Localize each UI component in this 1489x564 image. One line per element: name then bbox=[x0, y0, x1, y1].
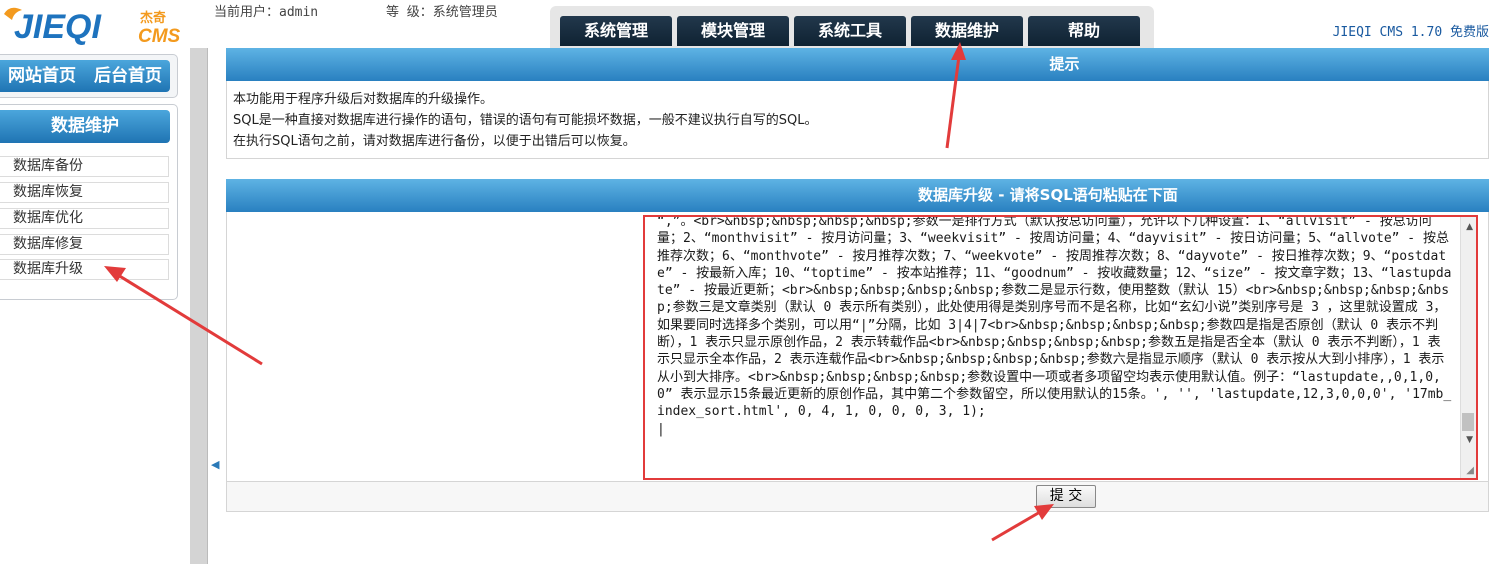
hint-title-bar: 提示 bbox=[226, 48, 1489, 81]
hint-line: 在执行SQL语句之前，请对数据库进行备份，以便于出错后可以恢复。 bbox=[233, 134, 636, 149]
sidebar-section-data-maintenance: 数据维护 数据库备份 数据库恢复 数据库优化 数据库修复 数据库升级 bbox=[0, 104, 178, 300]
submit-row: 提 交 bbox=[226, 482, 1489, 512]
sql-textarea-content[interactable]: “,”。<br>&nbsp;&nbsp;&nbsp;&nbsp;参数一是排行方式… bbox=[657, 217, 1453, 438]
sidebar-section-title[interactable]: 数据维护 bbox=[0, 110, 170, 143]
sidebar-item-db-upgrade[interactable]: 数据库升级 bbox=[0, 259, 169, 280]
tab-system-tools[interactable]: 系统工具 bbox=[794, 16, 906, 46]
sql-textarea[interactable]: “,”。<br>&nbsp;&nbsp;&nbsp;&nbsp;参数一是排行方式… bbox=[643, 215, 1478, 480]
main-content: 提示 本功能用于程序升级后对数据库的升级操作。 SQL是一种直接对数据库进行操作… bbox=[226, 48, 1489, 564]
svg-text:杰奇: 杰奇 bbox=[140, 10, 166, 26]
hint-box: 本功能用于程序升级后对数据库的升级操作。 SQL是一种直接对数据库进行操作的语句… bbox=[226, 81, 1489, 159]
upgrade-title-bar: 数据库升级 - 请将SQL语句粘贴在下面 bbox=[226, 179, 1489, 212]
tab-data-maintenance[interactable]: 数据维护 bbox=[911, 16, 1023, 46]
hint-line: SQL是一种直接对数据库进行操作的语句，错误的语句有可能损坏数据，一般不建议执行… bbox=[233, 113, 818, 128]
submit-button[interactable]: 提 交 bbox=[1036, 485, 1096, 508]
tab-help[interactable]: 帮助 bbox=[1028, 16, 1140, 46]
current-user-label: 当前用户：admin bbox=[214, 5, 319, 20]
tab-system-management[interactable]: 系统管理 bbox=[560, 16, 672, 46]
sidebar-quick-links-bar: 网站首页 后台首页 bbox=[0, 60, 170, 92]
svg-text:CMS: CMS bbox=[138, 26, 181, 46]
hint-line: 本功能用于程序升级后对数据库的升级操作。 bbox=[233, 92, 494, 107]
version-label: JIEQI CMS 1.70 免费版 bbox=[1332, 25, 1489, 40]
sidebar-item-db-backup[interactable]: 数据库备份 bbox=[0, 156, 169, 177]
textarea-scrollbar[interactable]: ▲ ▼ bbox=[1460, 217, 1476, 478]
scroll-thumb[interactable] bbox=[1462, 413, 1474, 431]
top-header: JIEQI 杰奇 CMS 当前用户：admin 等 级：系统管理员 系统管理 模… bbox=[0, 0, 1489, 48]
collapse-left-icon[interactable]: ◀ bbox=[211, 458, 219, 471]
sidebar-item-db-restore[interactable]: 数据库恢复 bbox=[0, 182, 169, 203]
resize-grip-icon[interactable]: ◢ bbox=[1466, 465, 1474, 476]
sidebar-splitter[interactable] bbox=[190, 48, 208, 564]
user-level-label: 等 级：系统管理员 bbox=[385, 5, 498, 20]
scroll-down-icon[interactable]: ▼ bbox=[1466, 435, 1473, 445]
sidebar-item-db-repair[interactable]: 数据库修复 bbox=[0, 234, 169, 255]
site-home-link[interactable]: 网站首页 bbox=[8, 66, 76, 86]
svg-text:JIEQI: JIEQI bbox=[14, 8, 102, 46]
tab-module-management[interactable]: 模块管理 bbox=[677, 16, 789, 46]
jieqi-cms-logo[interactable]: JIEQI 杰奇 CMS bbox=[0, 2, 200, 47]
scroll-up-icon[interactable]: ▲ bbox=[1466, 222, 1473, 232]
admin-home-link[interactable]: 后台首页 bbox=[94, 66, 162, 86]
sidebar: 网站首页 后台首页 数据维护 数据库备份 数据库恢复 数据库优化 数据库修复 数… bbox=[0, 48, 190, 564]
user-info: 当前用户：admin 等 级：系统管理员 bbox=[214, 1, 502, 20]
sidebar-item-db-optimize[interactable]: 数据库优化 bbox=[0, 208, 169, 229]
sidebar-quick-links: 网站首页 后台首页 bbox=[0, 54, 178, 98]
sql-form-area: “,”。<br>&nbsp;&nbsp;&nbsp;&nbsp;参数一是排行方式… bbox=[226, 212, 1489, 482]
